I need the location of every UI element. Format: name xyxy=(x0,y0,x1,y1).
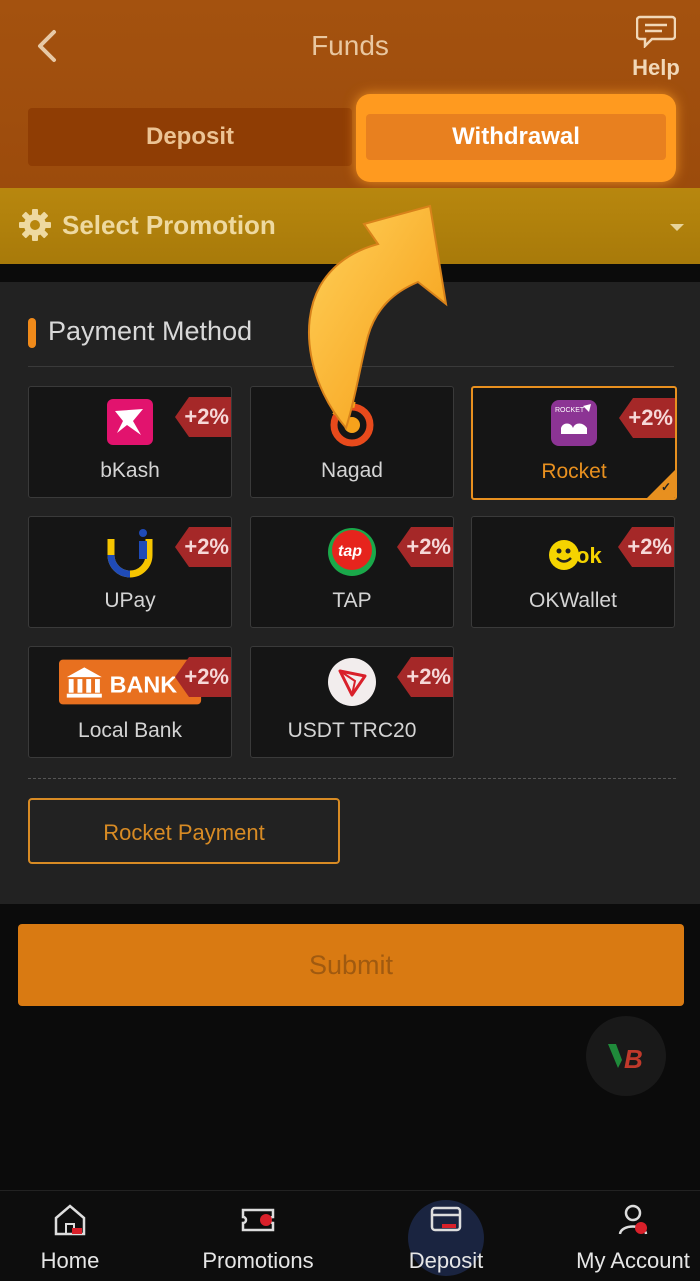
tron-icon xyxy=(328,658,376,706)
bonus-badge: +2% xyxy=(618,527,674,567)
tap-icon: tap xyxy=(328,528,376,576)
payment-method-label: USDT TRC20 xyxy=(287,719,417,742)
payment-method-title: Payment Method xyxy=(48,316,253,346)
account-icon xyxy=(618,1204,648,1235)
payment-method-label: Nagad xyxy=(321,459,383,482)
bonus-badge: +2% xyxy=(175,397,231,437)
payment-method-tap[interactable]: tap +2% TAP xyxy=(250,516,454,628)
okwallet-icon: ok xyxy=(549,540,602,570)
bonus-badge: +2% xyxy=(397,657,453,697)
payment-method-label: OKWallet xyxy=(529,589,617,612)
tap-logo-text: tap xyxy=(338,543,362,560)
divider xyxy=(28,366,674,367)
bonus-badge: +2% xyxy=(175,527,231,567)
section-accent-bar xyxy=(28,318,36,348)
bkash-icon xyxy=(107,399,153,445)
rocket-icon: ROCKET xyxy=(551,400,597,446)
payment-method-upay[interactable]: +2% UPay xyxy=(28,516,232,628)
nav-promotions[interactable]: Promotions xyxy=(188,1190,328,1280)
dashed-divider xyxy=(28,778,676,779)
svg-text:B: B xyxy=(624,1044,643,1074)
payment-method-okwallet[interactable]: ok +2% OKWallet xyxy=(471,516,675,628)
okwallet-logo-text: ok xyxy=(576,543,602,568)
nav-my-account-label: My Account xyxy=(576,1248,690,1273)
nav-promotions-label: Promotions xyxy=(202,1248,314,1273)
payment-method-label: TAP xyxy=(332,589,372,612)
chat-bubble-icon xyxy=(635,15,677,50)
ticket-icon xyxy=(241,1208,275,1232)
payment-method-local-bank[interactable]: BANK +2% Local Bank xyxy=(28,646,232,758)
select-promotion-label: Select Promotion xyxy=(62,210,276,240)
tab-withdrawal[interactable]: Withdrawal xyxy=(366,114,666,160)
nav-deposit[interactable]: Deposit xyxy=(386,1190,506,1280)
payment-method-rocket[interactable]: ROCKET +2% Rocket ✓ xyxy=(471,386,677,500)
brand-logo-icon: B xyxy=(608,1044,643,1074)
bank-logo-text: BANK xyxy=(110,672,178,698)
checkmark-icon: ✓ xyxy=(660,480,671,494)
help-label: Help xyxy=(632,55,680,80)
page-title: Funds xyxy=(311,30,389,61)
payment-method-label: bKash xyxy=(100,459,160,482)
rocket-logo-text: ROCKET xyxy=(555,407,585,414)
submit-button[interactable]: Submit xyxy=(18,924,684,1006)
nav-my-account[interactable]: My Account xyxy=(566,1190,700,1280)
payment-method-usdt-trc20[interactable]: +2% USDT TRC20 xyxy=(250,646,454,758)
caret-down-icon xyxy=(670,224,684,231)
tab-deposit[interactable]: Deposit xyxy=(28,108,352,166)
wallet-icon xyxy=(430,1206,462,1232)
payment-method-nagad[interactable]: Nagad xyxy=(250,386,454,498)
home-icon xyxy=(54,1204,86,1236)
select-promotion-dropdown[interactable]: Select Promotion xyxy=(0,188,700,264)
rocket-payment-option[interactable]: Rocket Payment xyxy=(28,798,340,864)
upay-icon xyxy=(107,529,153,578)
payment-method-label: Local Bank xyxy=(78,719,182,742)
payment-method-bkash[interactable]: +2% bKash xyxy=(28,386,232,498)
bonus-badge: +2% xyxy=(397,527,453,567)
bonus-badge: +2% xyxy=(619,398,675,438)
nav-home[interactable]: Home xyxy=(10,1190,130,1280)
payment-method-label: Rocket xyxy=(541,460,607,483)
nav-home-label: Home xyxy=(40,1248,100,1273)
floating-support-button[interactable]: B xyxy=(586,1016,666,1096)
payment-method-label: UPay xyxy=(104,589,156,612)
gear-icon xyxy=(19,209,51,241)
nav-deposit-label: Deposit xyxy=(408,1248,484,1273)
help-button[interactable]: Help xyxy=(626,14,686,84)
nagad-icon xyxy=(330,401,374,447)
